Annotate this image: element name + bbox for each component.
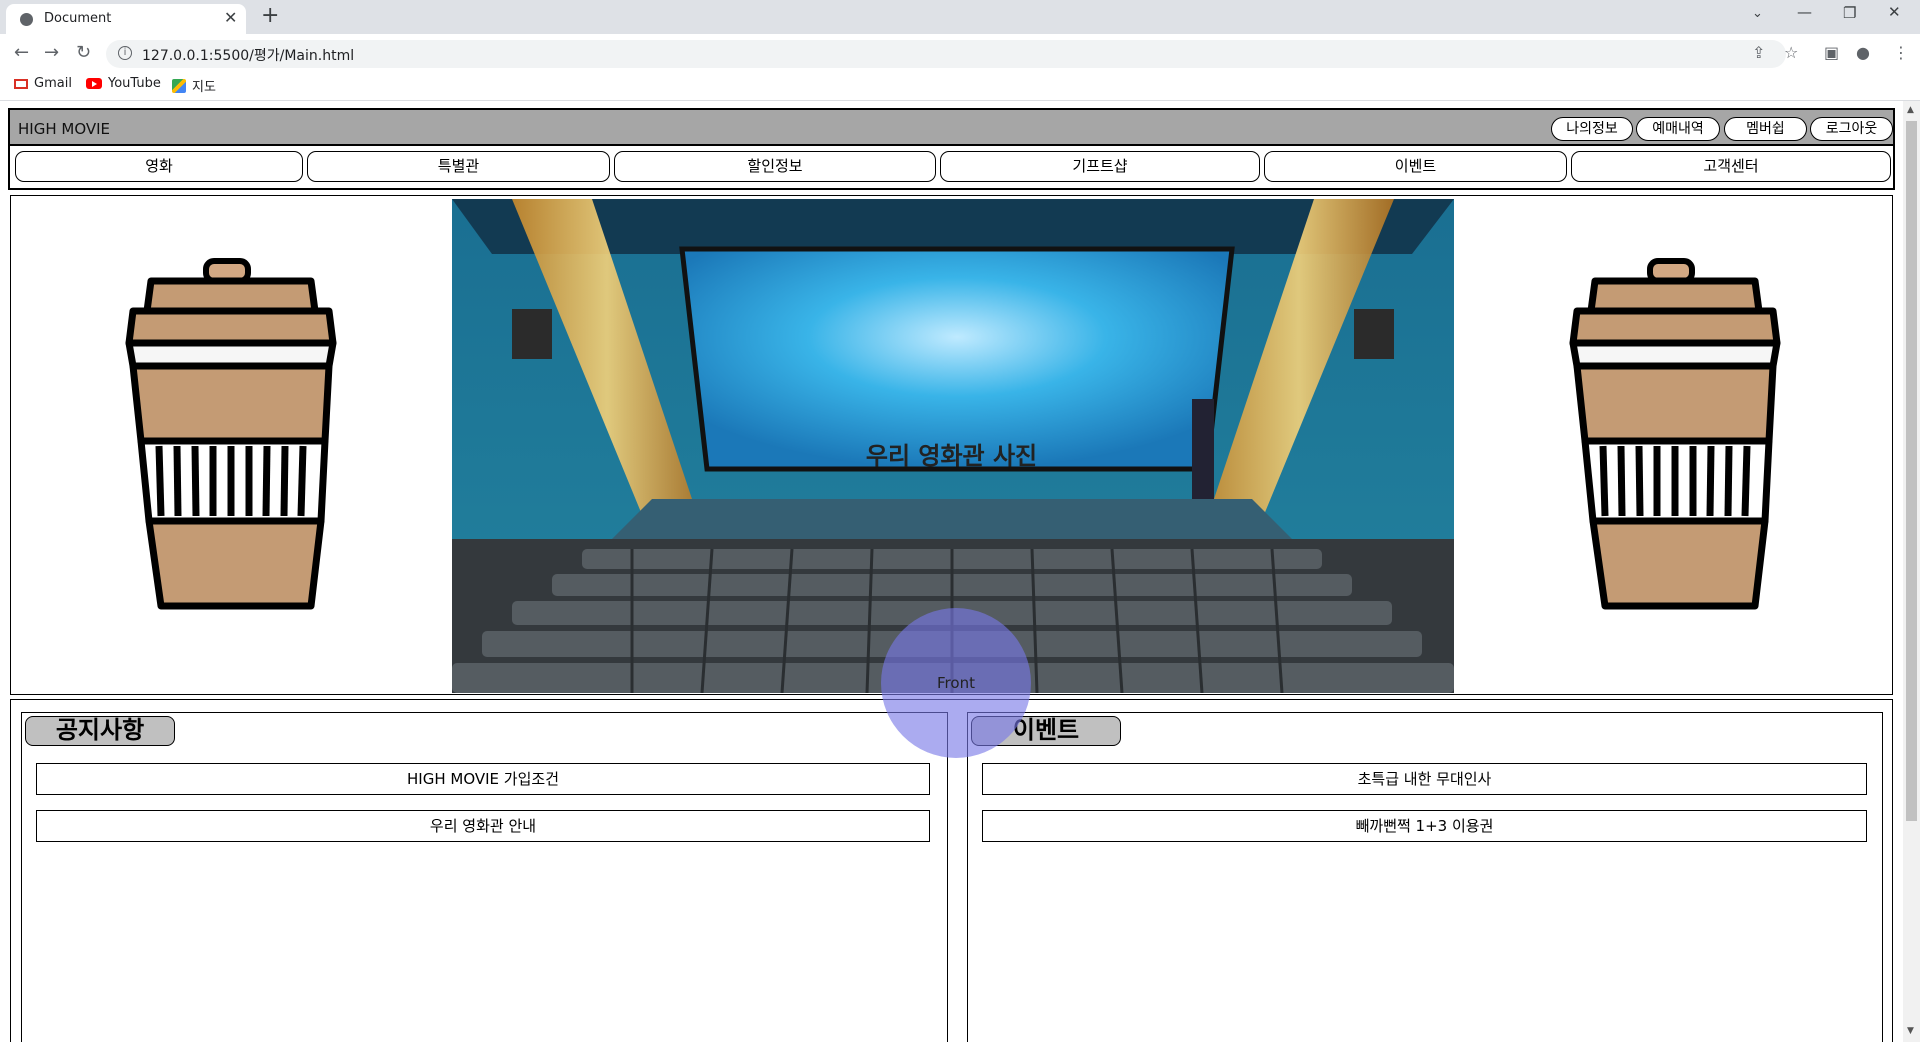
profile-icon[interactable]: ● [1856,43,1870,62]
youtube-icon [86,78,102,89]
forward-arrow-icon[interactable]: → [44,42,59,63]
scroll-up-arrow-icon[interactable]: ▲ [1907,105,1914,115]
new-tab-button[interactable]: + [261,3,279,28]
url-text[interactable]: 127.0.0.1:5500/평가/Main.html [142,45,354,65]
share-icon[interactable]: ⇪ [1752,43,1765,62]
close-tab-icon[interactable]: ✕ [224,8,237,27]
info-icon[interactable]: i [118,46,132,60]
main-nav: 영화 특별관 할인정보 기프트샵 이벤트 고객센터 [10,146,1893,188]
bookmark-label: YouTube [108,76,161,91]
nav-special-hall[interactable]: 특별관 [307,151,610,182]
bookmark-star-icon[interactable]: ☆ [1784,43,1798,62]
top-bar: HIGH MOVIE 나의정보 예매내역 멤버쉽 로그아웃 [10,110,1893,146]
bookmark-label: Gmail [34,76,72,91]
page-scrollbar[interactable]: ▲ ▼ [1903,101,1920,1042]
site-header: HIGH MOVIE 나의정보 예매내역 멤버쉽 로그아웃 영화 특별관 할인정… [8,108,1895,190]
menu-kebab-icon[interactable]: ⋮ [1893,43,1909,62]
browser-tab[interactable]: Document ✕ [6,4,246,34]
coffee-cup-illustration-right [1569,258,1781,610]
front-overlay-circle[interactable]: Front [881,608,1031,758]
browser-tabstrip: Document ✕ + ⌄ — ❐ ✕ [0,0,1920,34]
gmail-icon [14,78,28,89]
membership-button[interactable]: 멤버쉽 [1724,117,1807,141]
booking-history-button[interactable]: 예매내역 [1636,117,1720,141]
tab-title: Document [44,11,112,26]
nav-discount[interactable]: 할인정보 [614,151,936,182]
event-panel: 이벤트 초특급 내한 무대인사 빼까뻔쩍 1+3 이용권 [967,712,1883,1042]
bookmark-gmail[interactable]: Gmail [14,76,72,91]
event-item[interactable]: 초특급 내한 무대인사 [982,763,1867,795]
bookmark-youtube[interactable]: YouTube [86,76,161,91]
bookmarks-bar: Gmail YouTube 지도 [0,72,1920,101]
close-window-button[interactable]: ✕ [1888,3,1901,21]
notice-title: 공지사항 [25,716,175,746]
nav-customer-center[interactable]: 고객센터 [1571,151,1891,182]
browser-toolbar: ← → ↻ i 127.0.0.1:5500/평가/Main.html ⇪ ☆ … [0,34,1920,72]
restore-button[interactable]: ❐ [1843,4,1856,22]
brand-logo-text[interactable]: HIGH MOVIE [18,120,110,138]
my-info-button[interactable]: 나의정보 [1551,117,1633,141]
event-item[interactable]: 빼까뻔쩍 1+3 이용권 [982,810,1867,842]
nav-movie[interactable]: 영화 [15,151,303,182]
nav-event[interactable]: 이벤트 [1264,151,1567,182]
page-viewport: HIGH MOVIE 나의정보 예매내역 멤버쉽 로그아웃 영화 특별관 할인정… [0,101,1903,1042]
bookmark-label: 지도 [192,80,216,95]
maps-icon [172,78,186,93]
reload-icon[interactable]: ↻ [76,42,91,63]
notice-item[interactable]: HIGH MOVIE 가입조건 [36,763,930,795]
coffee-cup-illustration-left [125,258,337,610]
nav-gift-shop[interactable]: 기프트샵 [940,151,1260,182]
notice-item[interactable]: 우리 영화관 안내 [36,810,930,842]
minimize-button[interactable]: — [1797,3,1812,21]
scrollbar-thumb[interactable] [1906,121,1917,821]
tab-search-icon[interactable]: ⌄ [1752,6,1763,21]
logout-button[interactable]: 로그아웃 [1810,117,1893,141]
globe-icon [20,13,33,26]
address-bar[interactable]: i 127.0.0.1:5500/평가/Main.html [106,40,1786,68]
back-arrow-icon[interactable]: ← [14,42,29,63]
scroll-down-arrow-icon[interactable]: ▼ [1907,1026,1914,1036]
bookmark-maps[interactable]: 지도 [172,76,216,95]
side-panel-icon[interactable]: ▣ [1824,43,1839,62]
front-label: Front [937,674,975,692]
notice-panel: 공지사항 HIGH MOVIE 가입조건 우리 영화관 안내 [21,712,948,1042]
